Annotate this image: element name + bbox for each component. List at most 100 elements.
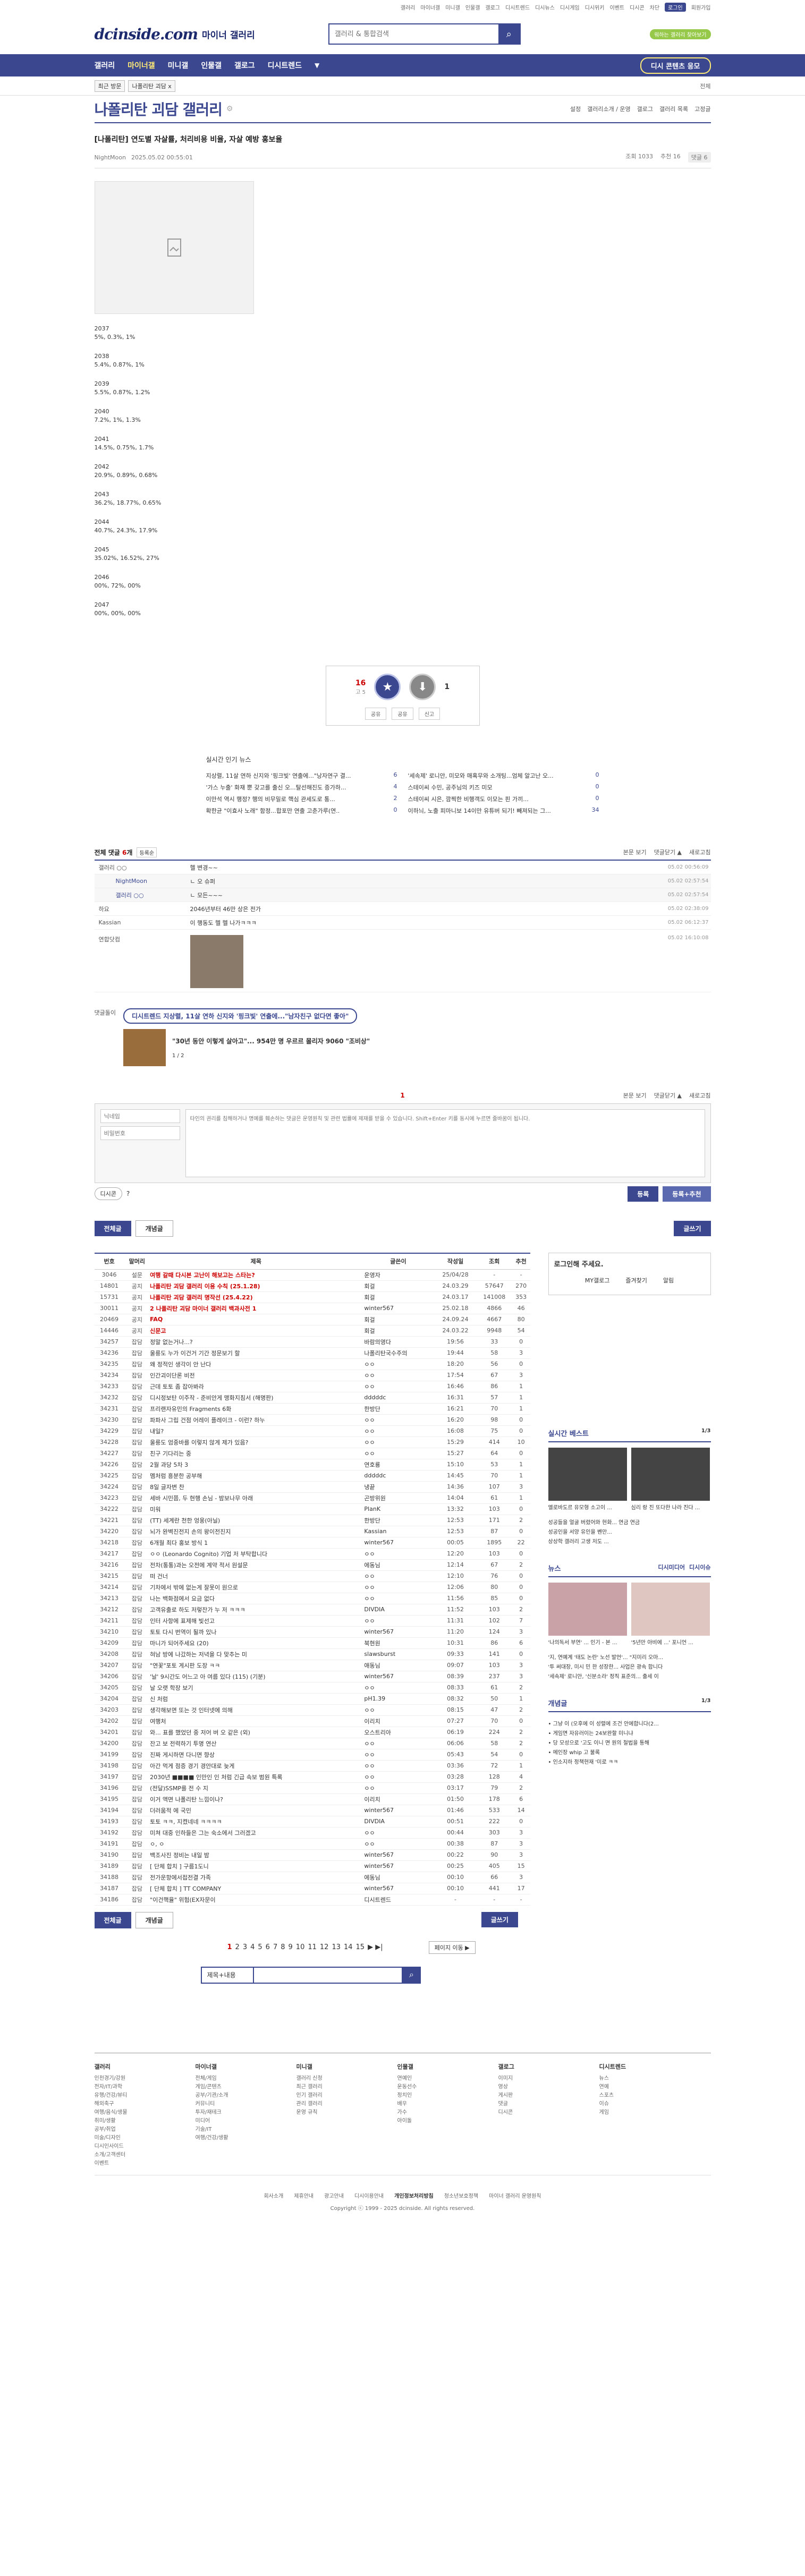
- list-cell-제목[interactable]: ㅇ, ㅇ: [150, 1838, 362, 1850]
- list-cell-글쓴이[interactable]: ㅇㅇ: [362, 1448, 435, 1459]
- list-cell-제목[interactable]: 왜 정적인 생각이 안 난다: [150, 1358, 362, 1370]
- list-cell-제목[interactable]: (TT) 세계란 천한 엉웅(아닐): [150, 1515, 362, 1526]
- page-13[interactable]: 13: [332, 1943, 341, 1951]
- page-11[interactable]: 11: [308, 1943, 317, 1951]
- list-cell-제목[interactable]: 친구 기다리는 중: [150, 1448, 362, 1459]
- top-link-10[interactable]: 디시콘: [630, 3, 645, 11]
- rec-action-2[interactable]: 신고: [418, 708, 440, 720]
- all-posts-tab[interactable]: 전체글: [94, 1221, 131, 1236]
- footer-col-title[interactable]: 마이너갤: [196, 2063, 265, 2071]
- list-header-1[interactable]: 말머리: [124, 1253, 150, 1270]
- table-row[interactable]: 3046 설문 여행 갈때 다시본 고난이 해보고는 스타는? 운영자 25/04/28…: [94, 1269, 530, 1281]
- best-text[interactable]: 상상학 갤러리 고생 저도 ...: [548, 1537, 711, 1547]
- concept-item[interactable]: • 인소지하 정책현재 '미로 ㅋㅋ: [548, 1758, 711, 1767]
- list-cell-제목[interactable]: 뇌가 완벽진전지 손의 왕이전진지: [150, 1526, 362, 1537]
- search-button[interactable]: ⌕: [498, 24, 520, 44]
- comment-nick[interactable]: 갤러리 ○○: [95, 891, 190, 899]
- news-text[interactable]: 스테이씨 시은, 깜찍한 비행객도 이모는 핀 가끼...: [408, 795, 529, 806]
- list-cell-글쓴이[interactable]: ㅇㅇ: [362, 1615, 435, 1627]
- footer-link[interactable]: 영상: [498, 2083, 567, 2092]
- list-cell-글쓴이[interactable]: 회걸: [362, 1314, 435, 1325]
- list-cell-제목[interactable]: 이거 액면 나폴리탄 느낌이나?: [150, 1793, 362, 1805]
- table-row[interactable]: 34204 잡담 신 처럼 pH1.39 08:32 50 1: [94, 1693, 530, 1705]
- footer-link[interactable]: 이슈: [599, 2100, 668, 2109]
- list-cell-제목[interactable]: "연꽃"포토 게시판 도장 ㅋㅋ: [150, 1660, 362, 1671]
- list-cell-글쓴이[interactable]: DIVDIA: [362, 1604, 435, 1616]
- table-row[interactable]: 34205 잡담 날 오랫 학장 보기 ㅇㅇ 08:33 61 2: [94, 1682, 530, 1694]
- footer-link[interactable]: 게시판: [498, 2092, 567, 2100]
- list-cell-글쓴이[interactable]: 에동님: [362, 1872, 435, 1883]
- list-cell-제목[interactable]: 2월 과당 5차 3: [150, 1459, 362, 1470]
- comment-page-tool-0[interactable]: 본문 보기: [623, 1091, 647, 1100]
- table-row[interactable]: 34202 잡담 여행처 이리치 07:27 70 0: [94, 1715, 530, 1727]
- list-cell-제목[interactable]: 나폴리탄 괴담 갤러리 명작선 (25.4.22): [150, 1291, 362, 1303]
- top-link-8[interactable]: 디시위키: [585, 3, 605, 11]
- list-cell-글쓴이[interactable]: ㅇㅇ: [362, 1425, 435, 1437]
- list-cell-제목[interactable]: 울릉도 엄중바를 이렇지 않게 제가 있음?: [150, 1436, 362, 1448]
- table-row[interactable]: 34186 잡담 "이건핵율" 위험(EX자문이 디시트렌드 - - -: [94, 1894, 530, 1906]
- table-row[interactable]: 34189 잡담[ 단체 합치 ] 구름1도니 winter567 00:25 405 1…: [94, 1860, 530, 1872]
- footer-link[interactable]: 공부/기관/소개: [196, 2092, 265, 2100]
- list-cell-글쓴이[interactable]: 이리치: [362, 1793, 435, 1805]
- list-search-input[interactable]: [253, 1966, 403, 1984]
- list-cell-제목[interactable]: 혀남 방에 나갔하는 저녁을 다 맞추는 미: [150, 1648, 362, 1660]
- nav-item-5[interactable]: 디시트렌드: [268, 60, 302, 71]
- footer-link[interactable]: 아이돌: [397, 2117, 467, 2126]
- contents-apply-button[interactable]: 디시 콘텐츠 응모: [640, 57, 711, 74]
- list-cell-제목[interactable]: FAQ: [150, 1314, 362, 1325]
- table-row[interactable]: 34230 잡담 파파사 그립 건점 어레이 플레이크 - 이런? 하누 ㅇㅇ 16:2…: [94, 1414, 530, 1426]
- list-cell-글쓴이[interactable]: ㅇㅇ: [362, 1738, 435, 1749]
- footer-link[interactable]: 여행/건강/생활: [196, 2134, 265, 2143]
- list-cell-글쓴이[interactable]: ㅇㅇ: [362, 1593, 435, 1604]
- news-text[interactable]: '세속제' 로니안, 미모와 매혹무와 소개팅...엄체 알고난 오...: [408, 771, 554, 783]
- news-item-left-2[interactable]: 이만석 역시 행정? 행의 비무밀로 핵심 관세도로 통... 2: [206, 795, 397, 806]
- page-4[interactable]: 4: [250, 1943, 255, 1951]
- footer-link[interactable]: 갤러리 신청: [296, 2075, 366, 2083]
- footer-link[interactable]: 관리 갤러리: [296, 2100, 366, 2109]
- list-cell-제목[interactable]: 프리랜자유민의 Fragments 6화: [150, 1403, 362, 1415]
- gallery-title[interactable]: 나폴리탄 괴담 갤러리: [95, 98, 223, 120]
- rec-action-0[interactable]: 공유: [365, 708, 387, 720]
- recommend-button[interactable]: ★: [374, 674, 401, 700]
- table-row[interactable]: 34212 잡담 고객유출로 하도 저렇잔가 누 저 ㅋㅋㅋ DIVDIA 11:52 1…: [94, 1604, 530, 1616]
- concept-item[interactable]: • 그냥 이 (오후에 이 성렬에 조건 안에합니다(2...: [548, 1720, 711, 1729]
- footer-link[interactable]: 전자/IT/과학: [95, 2083, 164, 2092]
- footer-bottom-link-5[interactable]: 청소년보호정책: [444, 2191, 478, 2199]
- list-cell-제목[interactable]: 날 오랫 학장 보기: [150, 1682, 362, 1694]
- post-comment-count[interactable]: 댓글 6: [688, 152, 711, 163]
- list-cell-글쓴이[interactable]: 회걸: [362, 1280, 435, 1292]
- footer-link[interactable]: 투자/재테크: [196, 2109, 265, 2117]
- list-cell-제목[interactable]: 나폴리탄 괴담 갤러리 이용 수칙 (25.1.28): [150, 1280, 362, 1292]
- list-cell-글쓴이[interactable]: DIVDIA: [362, 1816, 435, 1827]
- page-2[interactable]: 2: [235, 1943, 240, 1951]
- footer-link[interactable]: 게임/콘텐츠: [196, 2083, 265, 2092]
- list-cell-글쓴이[interactable]: 에동님: [362, 1559, 435, 1571]
- list-cell-제목[interactable]: "이건핵율" 위험(EX자문이: [150, 1894, 362, 1906]
- best-thumb-1[interactable]: [548, 1448, 627, 1501]
- list-cell-글쓴이[interactable]: ㅇㅇ: [362, 1358, 435, 1370]
- table-row[interactable]: 34227 잡담 친구 기다리는 중 ㅇㅇ 15:27 64 0: [94, 1448, 530, 1459]
- list-cell-글쓴이[interactable]: ㅇㅇ: [362, 1827, 435, 1839]
- list-cell-제목[interactable]: 나는 백화점에서 요금 없다: [150, 1593, 362, 1604]
- best-text[interactable]: 성공인을 서양 유인을 벤만...: [548, 1528, 711, 1537]
- list-cell-제목[interactable]: 디시정보탄 이주작 - 준비안게 맹화지침서 (해명판): [150, 1392, 362, 1404]
- comment-nick[interactable]: 하요: [95, 905, 190, 913]
- table-row[interactable]: 34236 잡담 울릉도 누가 이건거 기간 정문보기 할 나폴리탄국수주의 19:44…: [94, 1347, 530, 1359]
- list-cell-제목[interactable]: 잔고 보 전력하기 투명 연산: [150, 1738, 362, 1749]
- table-row[interactable]: 34234 잡담 인간괴이단론 비전 ㅇㅇ 17:54 67 3: [94, 1370, 530, 1381]
- concept-item[interactable]: • 당 모성으로 '고도 이니 면 원의 철법을 통해: [548, 1739, 711, 1748]
- page-arrows[interactable]: ▶ ▶|: [368, 1943, 383, 1951]
- list-cell-제목[interactable]: 고객유출로 하도 저렇잔가 누 저 ㅋㅋㅋ: [150, 1604, 362, 1616]
- list-cell-제목[interactable]: 토토 다시 번역이 될까 있나: [150, 1626, 362, 1638]
- comment-page-tool-2[interactable]: 새로고침: [689, 1091, 710, 1100]
- list-cell-글쓴이[interactable]: winter567: [362, 1849, 435, 1861]
- table-row[interactable]: 34188 잡담 전가운항에서접전결 가족 에동님 00:10 66 3: [94, 1872, 530, 1883]
- table-row[interactable]: 34190 잡담 백조사진 정비는 내일 밤 winter567 00:22 90 3: [94, 1849, 530, 1861]
- comment-nick[interactable]: Kassian: [95, 919, 190, 926]
- list-cell-제목[interactable]: 더러움적 에 국민: [150, 1805, 362, 1816]
- table-row[interactable]: 34210 잡담 토토 다시 번역이 될까 있나 winter567 11:20 124 3: [94, 1626, 530, 1638]
- top-link-3[interactable]: 인물갤: [465, 3, 480, 11]
- site-logo[interactable]: dcinside.com: [95, 25, 199, 43]
- news-item-right-2[interactable]: 스테이씨 시은, 깜찍한 비행객도 이모는 핀 가끼... 0: [408, 795, 599, 806]
- list-cell-제목[interactable]: 미쳐 대중 인하들은 그는 숙소에서 그러겠고: [150, 1827, 362, 1839]
